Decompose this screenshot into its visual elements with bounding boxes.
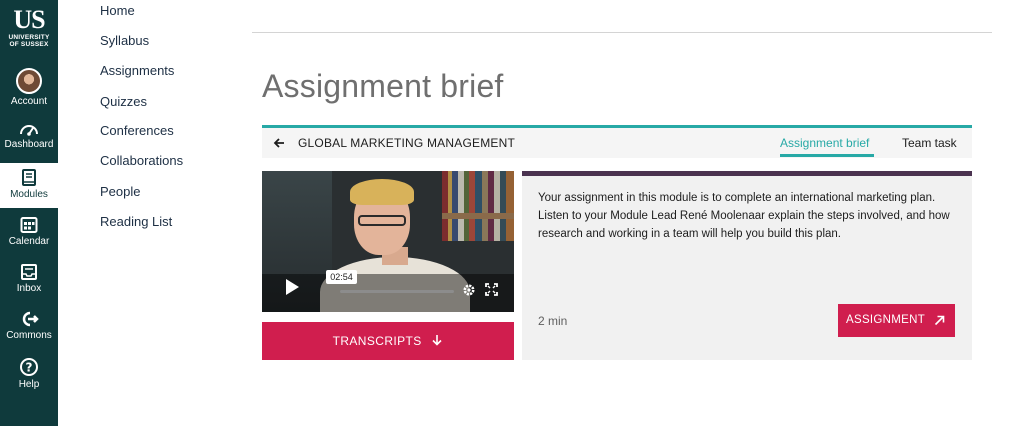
arrow-down-icon — [432, 335, 442, 346]
gnav-calendar-label: Calendar — [8, 236, 50, 247]
assignment-card-accent — [522, 171, 972, 176]
transcripts-label: TRANSCRIPTS — [332, 334, 422, 348]
fullscreen-icon[interactable] — [485, 283, 498, 296]
svg-text:?: ? — [26, 361, 33, 375]
video-player[interactable]: 02:54 — [262, 171, 514, 312]
inbox-icon — [21, 264, 37, 280]
assignment-button[interactable]: ASSIGNMENT — [838, 304, 955, 337]
logo-line-1: UNIVERSITY — [8, 34, 50, 41]
gnav-account-label: Account — [10, 96, 48, 107]
course-nav-collaborations[interactable]: Collaborations — [100, 153, 183, 168]
assignment-description: Your assignment in this module is to com… — [538, 192, 950, 240]
gnav-help-label: Help — [18, 379, 40, 390]
gnav-calendar[interactable]: Calendar — [0, 216, 58, 247]
tab-assignment-brief[interactable]: Assignment brief — [780, 136, 869, 150]
transcripts-button[interactable]: TRANSCRIPTS — [262, 322, 514, 360]
settings-gear-icon[interactable] — [462, 283, 476, 297]
course-nav-home[interactable]: Home — [100, 3, 135, 18]
gnav-inbox[interactable]: Inbox — [0, 263, 58, 294]
university-logo[interactable]: US UNIVERSITY OF SUSSEX — [0, 5, 58, 49]
gnav-dashboard-label: Dashboard — [4, 139, 54, 150]
course-nav-syllabus[interactable]: Syllabus — [100, 33, 149, 48]
gnav-modules-label: Modules — [10, 189, 48, 200]
app: US UNIVERSITY OF SUSSEX Account Dashboar… — [0, 0, 1024, 426]
dashboard-icon — [20, 125, 38, 136]
logo-line-2: OF SUSSEX — [9, 41, 49, 48]
tab-team-task[interactable]: Team task — [902, 136, 957, 150]
gnav-help[interactable]: ? Help — [0, 357, 58, 390]
gnav-account[interactable]: Account — [0, 68, 58, 107]
book-icon — [22, 169, 36, 186]
avatar — [16, 68, 42, 94]
header-divider — [252, 32, 992, 33]
calendar-icon — [20, 217, 38, 233]
play-icon[interactable] — [286, 279, 299, 295]
back-arrow-icon[interactable] — [272, 136, 286, 150]
active-tab-indicator — [780, 154, 874, 157]
video-bookshelf — [442, 171, 514, 241]
commons-icon — [22, 311, 39, 327]
video-shelf-board — [442, 213, 514, 219]
video-timestamp: 02:54 — [326, 270, 357, 284]
video-presenter-hair — [350, 179, 414, 205]
help-icon: ? — [20, 358, 38, 376]
page-title: Assignment brief — [262, 68, 504, 104]
video-control-bar — [262, 274, 514, 312]
logo-mark: US — [13, 5, 45, 34]
gnav-inbox-label: Inbox — [16, 283, 42, 294]
global-nav: US UNIVERSITY OF SUSSEX Account Dashboar… — [0, 0, 58, 426]
course-nav-reading-list[interactable]: Reading List — [100, 214, 172, 229]
assignment-label: ASSIGNMENT — [846, 314, 926, 326]
gnav-dashboard[interactable]: Dashboard — [0, 121, 58, 150]
course-nav-assignments[interactable]: Assignments — [100, 63, 174, 78]
gnav-commons[interactable]: Commons — [0, 310, 58, 341]
course-nav-quizzes[interactable]: Quizzes — [100, 94, 147, 109]
video-progress-bar[interactable] — [340, 290, 454, 293]
video-presenter-glasses — [358, 215, 406, 226]
gnav-commons-label: Commons — [6, 330, 52, 341]
course-name: GLOBAL MARKETING MANAGEMENT — [298, 136, 515, 150]
course-nav-conferences[interactable]: Conferences — [100, 123, 174, 138]
course-nav-people[interactable]: People — [100, 184, 140, 199]
video-duration: 2 min — [538, 314, 568, 328]
external-arrow-icon — [934, 315, 945, 326]
gnav-modules[interactable]: Modules — [0, 163, 58, 208]
